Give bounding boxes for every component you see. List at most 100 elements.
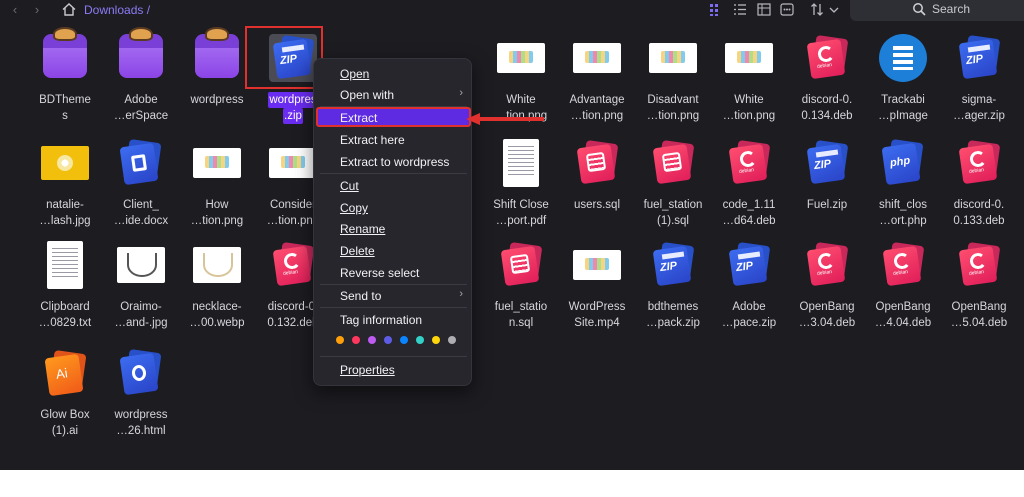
file-name[interactable]: necklace- …00.webp xyxy=(177,299,257,331)
file-name[interactable]: discord-0. 0.133.deb xyxy=(939,197,1019,229)
file-name[interactable]: Adobe …pace.zip xyxy=(709,299,789,331)
menu-item-properties[interactable]: Properties xyxy=(340,362,395,378)
tag-color-dot[interactable] xyxy=(352,336,360,344)
file-item-clipboard[interactable]: Clipboard …0829.txt xyxy=(27,241,103,347)
file-name[interactable]: BDTheme s xyxy=(25,92,105,124)
file-item-shift-close[interactable]: Shift Close …port.pdf xyxy=(483,139,559,245)
tag-color-dot[interactable] xyxy=(416,336,424,344)
file-thumbnail[interactable] xyxy=(193,241,241,289)
file-name[interactable]: White …tion.png xyxy=(709,92,789,124)
menu-item-cut[interactable]: Cut xyxy=(340,178,359,194)
tag-color-dot[interactable] xyxy=(368,336,376,344)
file-item-adobe-zip[interactable]: ZIP Adobe …pace.zip xyxy=(711,241,787,347)
file-item-trackabi[interactable]: Trackabi …pImage xyxy=(865,34,941,140)
file-name[interactable]: fuel_statio n.sql xyxy=(481,299,561,331)
file-thumbnail[interactable] xyxy=(193,27,241,82)
file-name[interactable]: discord-0. 0.134.deb xyxy=(787,92,867,124)
file-item-bdthemes[interactable]: BDTheme s xyxy=(25,27,105,140)
file-thumbnail[interactable] xyxy=(573,241,621,289)
file-thumbnail[interactable]: debian xyxy=(803,241,851,289)
file-item-oraimo[interactable]: Oraimo- …and-.jpg xyxy=(103,241,179,347)
file-name[interactable]: How …tion.png xyxy=(177,197,257,229)
file-name[interactable]: Clipboard …0829.txt xyxy=(25,299,105,331)
file-name[interactable]: wordpress …26.html xyxy=(101,407,181,439)
tag-color-dot[interactable] xyxy=(432,336,440,344)
menu-item-reverse-select[interactable]: Reverse select xyxy=(340,265,419,281)
file-item-glowbox[interactable]: Ai Glow Box (1).ai xyxy=(27,349,103,455)
file-item-users[interactable]: users.sql xyxy=(559,139,635,245)
file-thumbnail[interactable] xyxy=(497,139,545,187)
file-name[interactable]: OpenBang …3.04.deb xyxy=(787,299,867,331)
file-item-openbang-3[interactable]: debian OpenBang …3.04.deb xyxy=(789,241,865,347)
file-name[interactable]: natalie- …lash.jpg xyxy=(25,197,105,229)
file-thumbnail[interactable] xyxy=(573,139,621,187)
menu-item-open-with[interactable]: Open with xyxy=(340,87,470,103)
file-thumbnail[interactable] xyxy=(649,139,697,187)
file-thumbnail[interactable] xyxy=(41,139,89,187)
file-thumbnail[interactable] xyxy=(117,241,165,289)
file-item-disadvant[interactable]: Disadvant …tion.png xyxy=(635,34,711,140)
file-thumbnail[interactable]: debian xyxy=(955,241,1003,289)
tag-color-dot[interactable] xyxy=(384,336,392,344)
file-name[interactable]: code_1.11 …d64.deb xyxy=(709,197,789,229)
file-thumbnail[interactable]: php xyxy=(879,138,927,187)
file-name[interactable]: wordpress xyxy=(177,92,257,108)
file-item-wordpress-html[interactable]: wordpress …26.html xyxy=(101,348,181,455)
home-icon[interactable] xyxy=(62,3,76,16)
file-item-white-tion-2[interactable]: White …tion.png xyxy=(711,34,787,140)
file-thumbnail[interactable]: ZIP xyxy=(649,241,697,289)
file-item-advantage[interactable]: Advantage …tion.png xyxy=(559,34,635,140)
search-input[interactable]: Search xyxy=(850,0,1024,21)
file-thumbnail[interactable] xyxy=(117,138,165,187)
file-item-shift-clos-php[interactable]: php shift_clos …ort.php xyxy=(865,138,941,245)
forward-button[interactable]: › xyxy=(30,3,44,17)
file-name[interactable]: OpenBang …4.04.deb xyxy=(863,299,943,331)
file-thumbnail[interactable] xyxy=(879,34,927,82)
file-item-wordpress-folder[interactable]: wordpress xyxy=(177,27,257,140)
file-name[interactable]: WordPress Site.mp4 xyxy=(557,299,637,331)
file-thumbnail[interactable] xyxy=(41,241,89,289)
file-thumbnail[interactable] xyxy=(41,27,89,82)
file-item-openbang-4[interactable]: debian OpenBang …4.04.deb xyxy=(865,241,941,347)
breadcrumb[interactable]: Downloads / xyxy=(84,3,150,17)
file-item-client[interactable]: Client_ …ide.docx xyxy=(101,138,181,245)
menu-item-delete[interactable]: Delete xyxy=(340,243,375,259)
file-name[interactable]: Disadvant …tion.png xyxy=(633,92,713,124)
file-thumbnail[interactable] xyxy=(193,139,241,187)
menu-item-send-to[interactable]: Send to xyxy=(340,288,381,304)
file-thumbnail[interactable]: Ai xyxy=(41,349,89,397)
file-name[interactable]: Adobe …erSpace xyxy=(101,92,181,124)
file-thumbnail[interactable] xyxy=(497,241,545,289)
menu-item-extract[interactable]: Extract xyxy=(340,110,377,126)
file-thumbnail[interactable]: debian xyxy=(269,241,317,289)
menu-item-rename[interactable]: Rename xyxy=(340,221,385,237)
menu-item-extract-here[interactable]: Extract here xyxy=(340,132,405,148)
file-name[interactable]: Client_ …ide.docx xyxy=(101,197,181,229)
sort-icon[interactable] xyxy=(810,3,824,16)
file-name[interactable]: sigma- …ager.zip xyxy=(939,92,1019,124)
file-name[interactable]: Fuel.zip xyxy=(787,197,867,213)
file-item-fuel-station-1[interactable]: fuel_station (1).sql xyxy=(635,139,711,245)
menu-item-open[interactable]: Open xyxy=(340,66,369,82)
more-options-icon[interactable] xyxy=(780,3,794,16)
file-thumbnail[interactable] xyxy=(573,34,621,82)
file-name[interactable]: Shift Close …port.pdf xyxy=(481,197,561,229)
file-name[interactable]: Advantage …tion.png xyxy=(557,92,637,124)
file-thumbnail[interactable] xyxy=(497,34,545,82)
file-item-wp-site[interactable]: WordPress Site.mp4 xyxy=(559,241,635,347)
chevron-down-icon[interactable] xyxy=(827,3,841,16)
file-thumbnail[interactable]: ZIP xyxy=(725,241,773,289)
file-thumbnail[interactable]: ZIP xyxy=(955,34,1003,82)
file-item-openbang-5[interactable]: debian OpenBang …5.04.deb xyxy=(941,241,1017,347)
file-item-fuel-zip[interactable]: ZIP Fuel.zip xyxy=(789,139,865,245)
tag-color-dot[interactable] xyxy=(400,336,408,344)
file-item-code[interactable]: debian code_1.11 …d64.deb xyxy=(711,139,787,245)
file-item-necklace[interactable]: necklace- …00.webp xyxy=(179,241,255,347)
file-name[interactable]: Glow Box (1).ai xyxy=(25,407,105,439)
file-thumbnail[interactable] xyxy=(117,348,165,397)
menu-item-copy[interactable]: Copy xyxy=(340,200,368,216)
file-item-discord-134[interactable]: debian discord-0. 0.134.deb xyxy=(789,34,865,140)
tag-color-dot[interactable] xyxy=(336,336,344,344)
back-button[interactable]: ‹ xyxy=(8,3,22,17)
file-name[interactable]: fuel_station (1).sql xyxy=(633,197,713,229)
